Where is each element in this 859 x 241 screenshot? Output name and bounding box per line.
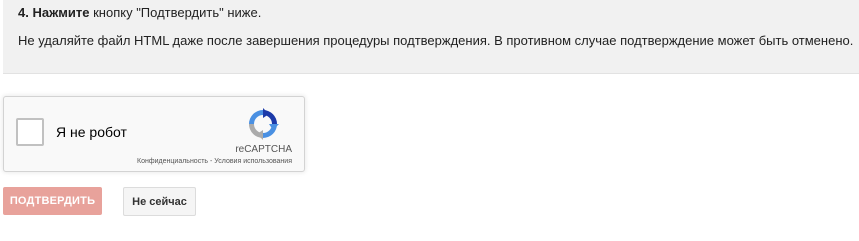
recaptcha-label: Я не робот bbox=[56, 124, 127, 140]
privacy-link[interactable]: Конфиденциальность bbox=[137, 158, 208, 165]
not-now-button[interactable]: Не сейчас bbox=[123, 187, 196, 216]
recaptcha-logo-icon bbox=[249, 108, 279, 140]
recaptcha-links: Конфиденциальность - Условия использован… bbox=[4, 158, 292, 165]
step-instruction: 4. Нажмите кнопку "Подтвердить" ниже. bbox=[18, 5, 261, 21]
instructions-panel: 4. Нажмите кнопку "Подтвердить" ниже. Не… bbox=[3, 0, 859, 74]
recaptcha-brand: reCAPTCHA bbox=[235, 144, 292, 155]
terms-link[interactable]: Условия использования bbox=[214, 158, 292, 165]
recaptcha-widget: Я не робот reCAPTCHA Конфиденциальность … bbox=[3, 96, 305, 172]
warning-note: Не удаляйте файл HTML даже после заверше… bbox=[18, 33, 854, 48]
step-text: кнопку "Подтвердить" ниже. bbox=[89, 5, 262, 20]
recaptcha-checkbox[interactable] bbox=[16, 118, 44, 146]
step-number: 4. Нажмите bbox=[18, 5, 90, 20]
confirm-button[interactable]: ПОДТВЕРДИТЬ bbox=[3, 187, 102, 215]
